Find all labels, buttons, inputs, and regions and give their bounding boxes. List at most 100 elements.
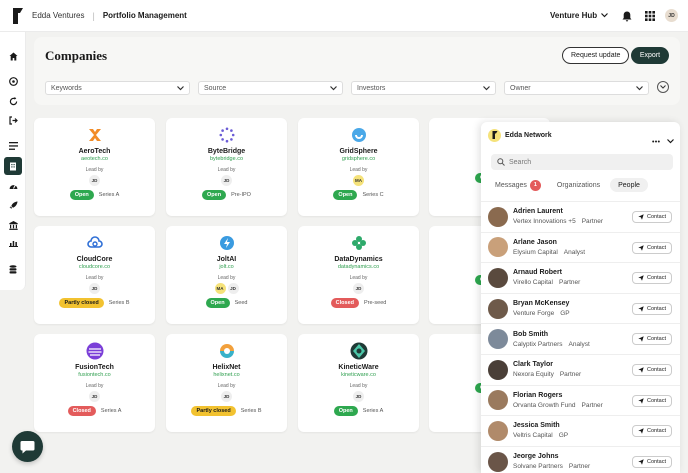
more-filters-toggle[interactable] (657, 81, 669, 93)
contact-button[interactable]: Contact (632, 272, 672, 285)
owner-filter[interactable]: Owner (504, 81, 649, 95)
venture-hub-dropdown[interactable]: Venture Hub (550, 11, 609, 20)
home-icon[interactable] (6, 49, 20, 63)
contact-button[interactable]: Contact (632, 363, 672, 376)
panel-header: Edda Network (481, 122, 680, 148)
contact-button[interactable]: Contact (632, 394, 672, 407)
compass-icon[interactable] (6, 74, 20, 88)
stage-label: Pre-seed (364, 300, 387, 306)
contact-button[interactable]: Contact (632, 455, 672, 468)
lead-avatar[interactable]: JD (221, 391, 232, 402)
lead-avatar[interactable]: MA (214, 283, 226, 294)
company-card-gridsphere[interactable]: GridSphere gridsphere.co Lead by MA Open… (298, 118, 419, 216)
company-domain[interactable]: fusiontech.co (78, 372, 110, 378)
lead-avatar[interactable]: JD (353, 283, 364, 294)
more-options-icon[interactable] (652, 130, 660, 148)
lead-avatar[interactable]: JD (89, 283, 100, 294)
lead-avatar[interactable]: JD (89, 175, 100, 186)
person-row[interactable]: Adrien Laurent Vertex Innovations +5 Part… (481, 201, 680, 232)
org-name[interactable]: Edda Ventures (32, 11, 84, 20)
person-row[interactable]: Bob Smith Calyptix Partners Analyst Conta… (481, 323, 680, 354)
company-card-bytebridge[interactable]: ByteBridge bytebridge.co Lead by JD Open… (166, 118, 287, 216)
company-logo-icon (86, 342, 104, 360)
list-icon[interactable] (6, 139, 20, 153)
company-card-kineticware[interactable]: KineticWare kineticware.co Lead by JD Op… (298, 334, 419, 432)
company-card-cloudcore[interactable]: CloudCore cloudcore.co Lead by JD Partly… (34, 226, 155, 324)
person-row[interactable]: Florian Rogers Orvanta Growth Fund Partne… (481, 384, 680, 416)
lead-avatar[interactable]: JD (89, 391, 100, 402)
user-avatar[interactable]: JD (665, 9, 678, 22)
person-name: Clark Taylor (513, 361, 553, 369)
company-domain[interactable]: jolt.co (219, 264, 233, 270)
person-row[interactable]: Bryan McKensey Venture Forge GP Contact (481, 292, 680, 324)
status-badge: Open (202, 190, 227, 200)
source-filter[interactable]: Source (198, 81, 343, 95)
keywords-filter[interactable]: Keywords (45, 81, 190, 95)
chevron-down-icon (330, 85, 337, 90)
contact-button[interactable]: Contact (632, 302, 672, 315)
company-card-datadynamics[interactable]: DataDynamics datadynamics.co Lead by JD … (298, 226, 419, 324)
company-card-fusiontech[interactable]: FusionTech fusiontech.co Lead by JD Clos… (34, 334, 155, 432)
contact-button[interactable]: Contact (632, 211, 672, 223)
company-logo-icon (218, 126, 236, 144)
stage-label: Series A (362, 408, 384, 414)
company-domain[interactable]: helixnet.co (213, 372, 239, 378)
lead-avatars: JD (89, 391, 100, 402)
rocket-icon[interactable] (6, 198, 20, 212)
contact-button[interactable]: Contact (632, 333, 672, 346)
stage-label: Series A (100, 408, 122, 414)
company-domain[interactable]: datadynamics.co (338, 264, 379, 270)
request-update-button[interactable]: Request update (562, 47, 630, 64)
bank-icon[interactable] (6, 218, 20, 232)
export-button[interactable]: Export (631, 47, 669, 64)
investors-filter[interactable]: Investors (351, 81, 496, 95)
tab-messages[interactable]: Messages 1 (491, 178, 545, 192)
person-info: Florian Rogers Orvanta Growth Fund Partne… (513, 392, 609, 409)
company-card-aerotech[interactable]: AeroTech aeotech.co Lead by JD Open Seri… (34, 118, 155, 216)
refresh-icon[interactable] (6, 94, 20, 108)
edda-logo-icon[interactable] (8, 6, 28, 26)
company-card-joltai[interactable]: JoltAI jolt.co Lead by MA JD Open Seed (166, 226, 287, 324)
source-filter-label: Source (204, 84, 227, 92)
company-name: FusionTech (75, 364, 114, 371)
contact-button[interactable]: Contact (632, 425, 672, 438)
collapse-chevron-icon[interactable] (667, 131, 674, 149)
chat-button[interactable] (12, 431, 43, 462)
person-row[interactable]: Arnaud Robert Virello Capital Partner Con… (481, 262, 680, 293)
tab-messages-label: Messages (495, 181, 527, 189)
company-domain[interactable]: gridsphere.co (342, 156, 375, 162)
top-bar: Edda Ventures | Portfolio Management Ven… (0, 0, 688, 32)
messages-count-badge: 1 (529, 179, 541, 191)
companies-building-icon[interactable] (4, 157, 22, 175)
company-name: AeroTech (78, 148, 111, 155)
chevron-down-icon (177, 85, 184, 90)
apps-grid-icon[interactable] (643, 9, 657, 23)
tab-people[interactable]: People (610, 178, 648, 192)
logout-icon[interactable] (6, 113, 20, 127)
lead-avatar[interactable]: JD (353, 391, 364, 402)
person-row[interactable]: Jessica Smith Veltris Capital GP Contact (481, 415, 680, 446)
company-tags: Partly closed Series B (59, 298, 130, 308)
person-row[interactable]: Arlane Jason Elysium Capital Analyst Cont… (481, 231, 680, 263)
person-name: Florian Rogers (513, 391, 563, 399)
person-row[interactable]: Jeorge Johns Solvane Partners Partner Con… (481, 445, 680, 473)
database-icon[interactable] (6, 262, 20, 276)
company-domain[interactable]: cloudcore.co (79, 264, 110, 270)
company-card-helixnet[interactable]: HelixNet helixnet.co Lead by JD Partly c… (166, 334, 287, 432)
bell-icon[interactable] (620, 9, 634, 23)
lead-avatar[interactable]: JD (221, 175, 232, 186)
person-row[interactable]: Clark Taylor Nexora Equity Partner Contac… (481, 353, 680, 385)
person-org: Orvanta Growth Fund (513, 401, 576, 409)
lead-avatar[interactable]: MA (353, 175, 364, 186)
network-search-input[interactable]: Search (491, 154, 673, 170)
breadcrumb-portfolio-management[interactable]: Portfolio Management (103, 11, 187, 20)
contact-button[interactable]: Contact (632, 241, 672, 254)
company-domain[interactable]: kineticware.co (341, 372, 376, 378)
lead-avatar[interactable]: JD (227, 283, 239, 294)
bar-chart-icon[interactable] (6, 236, 20, 250)
tab-organizations[interactable]: Organizations (553, 178, 604, 192)
lead-by-label: Lead by (349, 275, 368, 281)
gauge-icon[interactable] (6, 179, 20, 193)
company-domain[interactable]: bytebridge.co (210, 156, 243, 162)
company-domain[interactable]: aeotech.co (81, 156, 108, 162)
